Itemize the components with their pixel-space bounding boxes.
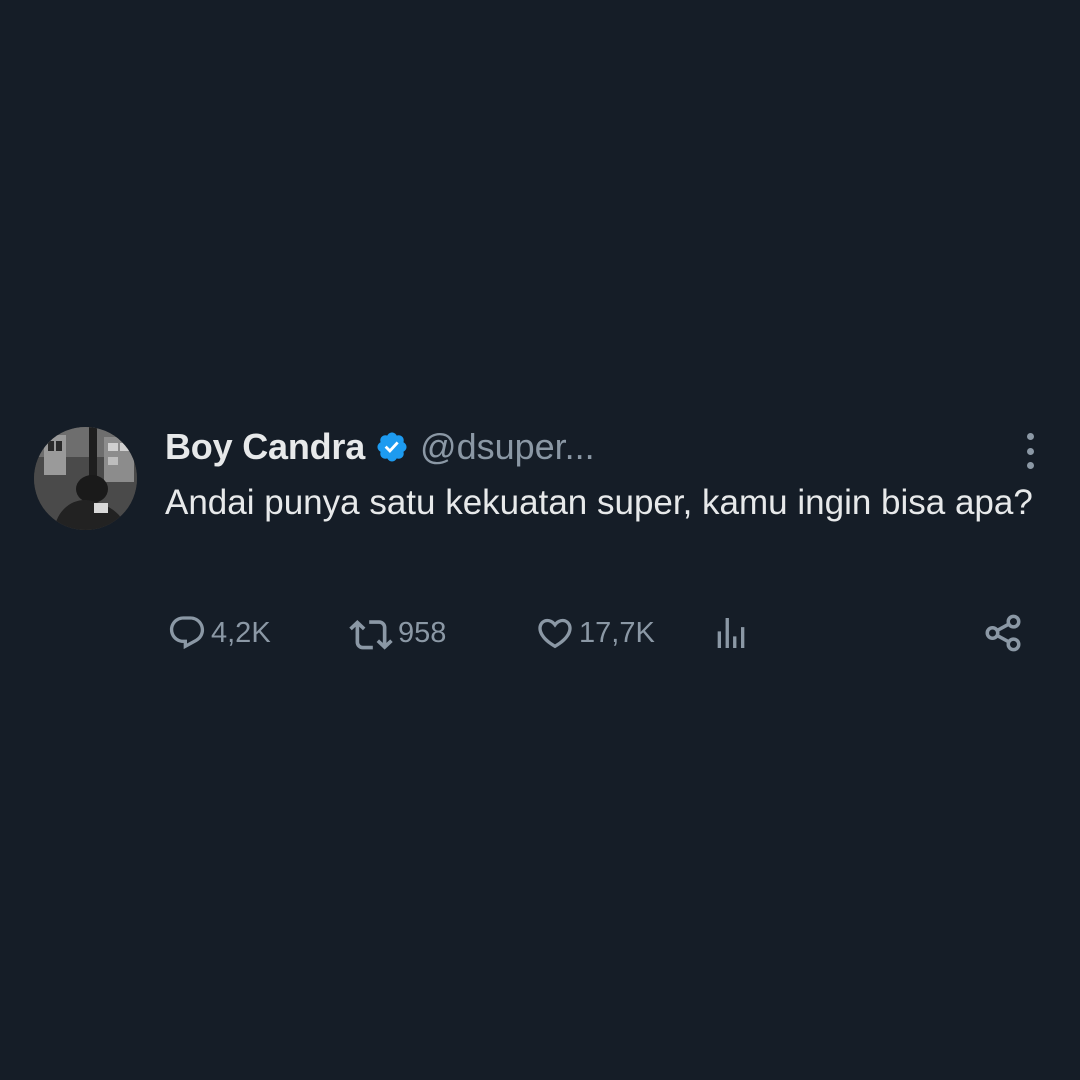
author-display-name[interactable]: Boy Candra bbox=[165, 426, 365, 468]
like-count: 17,7K bbox=[579, 616, 655, 649]
share-icon bbox=[982, 612, 1024, 654]
share-button[interactable] bbox=[982, 611, 1024, 655]
avatar[interactable] bbox=[34, 427, 137, 530]
reply-icon bbox=[167, 613, 207, 653]
views-button[interactable] bbox=[711, 611, 751, 655]
tweet-actions: 4,2K 958 17,7K bbox=[165, 611, 1025, 655]
reply-count: 4,2K bbox=[211, 616, 271, 649]
like-button[interactable]: 17,7K bbox=[535, 611, 655, 655]
tweet-header: Boy Candra @dsuper... bbox=[165, 425, 595, 469]
tweet-text: Andai punya satu kekuatan super, kamu in… bbox=[165, 483, 1033, 522]
tweet-card[interactable]: Boy Candra @dsuper... Andai punya satu k… bbox=[34, 425, 1044, 665]
more-options-icon[interactable] bbox=[1016, 431, 1044, 471]
retweet-icon bbox=[348, 613, 394, 653]
verified-badge-icon bbox=[375, 430, 409, 464]
retweet-count: 958 bbox=[398, 616, 447, 649]
heart-icon bbox=[535, 613, 575, 653]
retweet-button[interactable]: 958 bbox=[348, 611, 446, 655]
reply-button[interactable]: 4,2K bbox=[167, 611, 271, 655]
author-handle[interactable]: @dsuper... bbox=[420, 426, 595, 468]
views-chart-icon bbox=[711, 613, 751, 653]
